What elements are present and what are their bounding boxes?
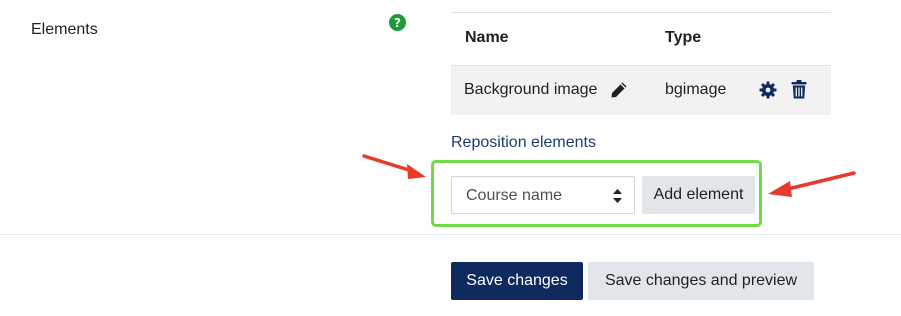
reposition-elements-link[interactable]: Reposition elements xyxy=(451,134,596,152)
save-changes-preview-button[interactable]: Save changes and preview xyxy=(588,262,814,300)
annotation-arrow-right-icon xyxy=(768,171,856,197)
question-circle-icon[interactable]: ? xyxy=(389,14,406,31)
element-type: bgimage xyxy=(665,81,727,98)
column-header-name: Name xyxy=(465,29,509,46)
element-type-select[interactable]: Course name xyxy=(451,176,635,214)
add-element-button[interactable]: Add element xyxy=(642,176,755,214)
element-name: Background image xyxy=(464,81,598,98)
trash-icon[interactable] xyxy=(791,80,807,104)
element-type-select-value: Course name xyxy=(466,187,563,204)
column-header-type: Type xyxy=(665,29,702,46)
svg-text:?: ? xyxy=(394,16,401,30)
annotation-arrow-left-icon xyxy=(362,154,426,179)
elements-table: Name Type Background image bgimage xyxy=(451,12,831,115)
gear-icon[interactable] xyxy=(759,81,777,104)
table-header: Name Type xyxy=(451,13,831,64)
table-row: Background image bgimage xyxy=(451,65,831,115)
elements-label: Elements xyxy=(31,21,98,38)
select-arrows-icon xyxy=(613,189,622,203)
save-changes-button[interactable]: Save changes xyxy=(451,262,583,300)
divider xyxy=(0,234,901,235)
pencil-icon[interactable] xyxy=(610,81,628,104)
